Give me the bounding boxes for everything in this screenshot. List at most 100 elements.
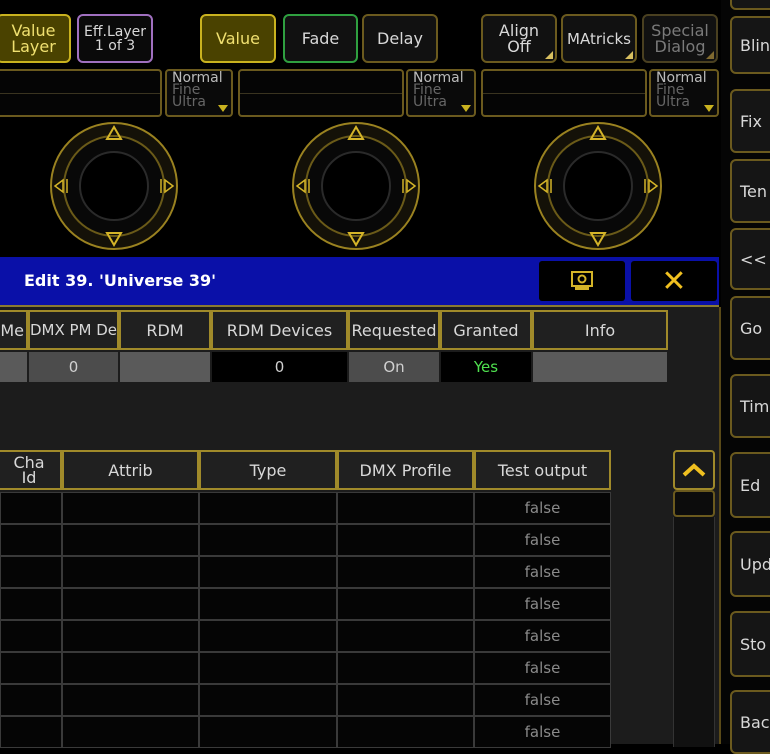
col-header-attrib[interactable]: Attrib [62,450,199,490]
side-button-store[interactable]: Sto [730,611,770,677]
side-button-blink[interactable]: Blin [730,16,770,74]
table-cell[interactable] [0,684,62,716]
cell-test-output[interactable]: false [474,588,611,620]
cell-test-output[interactable]: false [474,620,611,652]
col-header-mode[interactable]: Me [0,310,28,350]
col-header-dmx-pm[interactable]: DMX PM De [28,310,119,350]
table-cell[interactable] [62,556,199,588]
table-cell[interactable] [199,588,337,620]
delay-button[interactable]: Delay [362,14,438,63]
table-cell[interactable] [0,716,62,748]
eff-layer-button[interactable]: Eff.Layer 1 of 3 [77,14,153,63]
table-cell[interactable] [0,588,62,620]
col-header-rdm[interactable]: RDM [119,310,211,350]
table-cell[interactable] [337,588,474,620]
fade-label: Fade [301,28,340,48]
table-cell[interactable] [0,652,62,684]
table-cell[interactable] [0,556,62,588]
scrollbar-thumb[interactable] [673,490,715,517]
col-header-granted[interactable]: Granted [440,310,532,350]
side-button-time[interactable]: Tim [730,374,770,438]
table-cell[interactable] [0,620,62,652]
encoder-3-value-bar[interactable] [481,69,647,117]
side-button-back-step[interactable]: << [730,228,770,290]
encoder-3-resolution[interactable]: Normal Fine Ultra [649,69,719,117]
side-button-top[interactable] [730,0,770,10]
cell-mode[interactable] [0,352,27,382]
cell-test-output[interactable]: false [474,556,611,588]
table-cell[interactable] [62,716,199,748]
special-dialog-button[interactable]: Special Dialog [642,14,718,63]
col-header-type[interactable]: Type [199,450,337,490]
table-cell[interactable] [337,524,474,556]
table-cell[interactable] [199,652,337,684]
monitor-icon [571,271,593,290]
dropdown-arrow-icon [218,105,228,112]
side-button-go[interactable]: Go [730,296,770,360]
close-button[interactable]: ✕ [631,261,717,301]
table-cell[interactable] [199,524,337,556]
cell-dmx-pm[interactable]: 0 [29,352,118,382]
cell-test-output[interactable]: false [474,524,611,556]
encoder-2-knob[interactable] [291,121,421,251]
cell-granted[interactable]: Yes [441,352,531,382]
encoder-2-value-bar[interactable] [238,69,404,117]
table-cell[interactable] [199,716,337,748]
table-cell[interactable] [0,524,62,556]
fade-button[interactable]: Fade [283,14,358,63]
value-button[interactable]: Value [200,14,276,63]
cell-test-output[interactable]: false [474,716,611,748]
side-button-edit[interactable]: Ed [730,452,770,518]
table-cell[interactable] [337,652,474,684]
col-header-rdm-devices[interactable]: RDM Devices [211,310,348,350]
window-body: Me DMX PM De RDM RDM Devices Requested G… [0,307,721,748]
table-cell[interactable] [62,684,199,716]
encoder-1-value-bar[interactable] [0,69,162,117]
table-cell[interactable] [199,684,337,716]
table-cell[interactable] [337,716,474,748]
cell-test-output[interactable]: false [474,652,611,684]
align-button[interactable]: Align Off [481,14,557,63]
scrollbar-track[interactable] [673,517,715,747]
screenshot-button[interactable] [539,261,625,301]
scroll-up-button[interactable] [673,450,715,490]
col-header-requested[interactable]: Requested [348,310,440,350]
col-header-test-output[interactable]: Test output [474,450,611,490]
encoder-3-knob[interactable] [533,121,663,251]
table-cell[interactable] [337,492,474,524]
table-cell[interactable] [62,620,199,652]
encoder-1-knob[interactable] [49,121,179,251]
encoder-2-resolution[interactable]: Normal Fine Ultra [406,69,476,117]
corner-arrow-icon [706,51,714,59]
window-title-bar: Edit 39. 'Universe 39' ✕ [0,257,719,307]
col-header-channel-id[interactable]: Cha Id [0,450,62,490]
dropdown-arrow-icon [704,105,714,112]
col-header-info[interactable]: Info [532,310,668,350]
table-cell[interactable] [199,620,337,652]
value-layer-button[interactable]: Value Layer [0,14,71,63]
cell-info[interactable] [533,352,667,382]
table-cell[interactable] [337,620,474,652]
cell-rdm[interactable] [120,352,210,382]
table-cell[interactable] [337,684,474,716]
cell-requested[interactable]: On [349,352,439,382]
side-button-update[interactable]: Upd [730,531,770,597]
matricks-button[interactable]: MAtricks [561,14,637,63]
table-cell[interactable] [0,492,62,524]
table-cell[interactable] [62,492,199,524]
table-cell[interactable] [62,652,199,684]
col-header-dmx-profile[interactable]: DMX Profile [337,450,474,490]
table-cell[interactable] [337,556,474,588]
table-cell[interactable] [199,492,337,524]
encoder-1-resolution[interactable]: Normal Fine Ultra [165,69,233,117]
table-cell[interactable] [62,524,199,556]
cell-test-output[interactable]: false [474,492,611,524]
side-button-fix[interactable]: Fix [730,89,770,153]
cell-rdm-devices[interactable]: 0 [212,352,347,382]
side-button-backup[interactable]: Bac [730,690,770,754]
table-cell[interactable] [199,556,337,588]
close-icon: ✕ [661,263,687,299]
table-cell[interactable] [62,588,199,620]
cell-test-output[interactable]: false [474,684,611,716]
side-button-temp[interactable]: Ten [730,159,770,223]
